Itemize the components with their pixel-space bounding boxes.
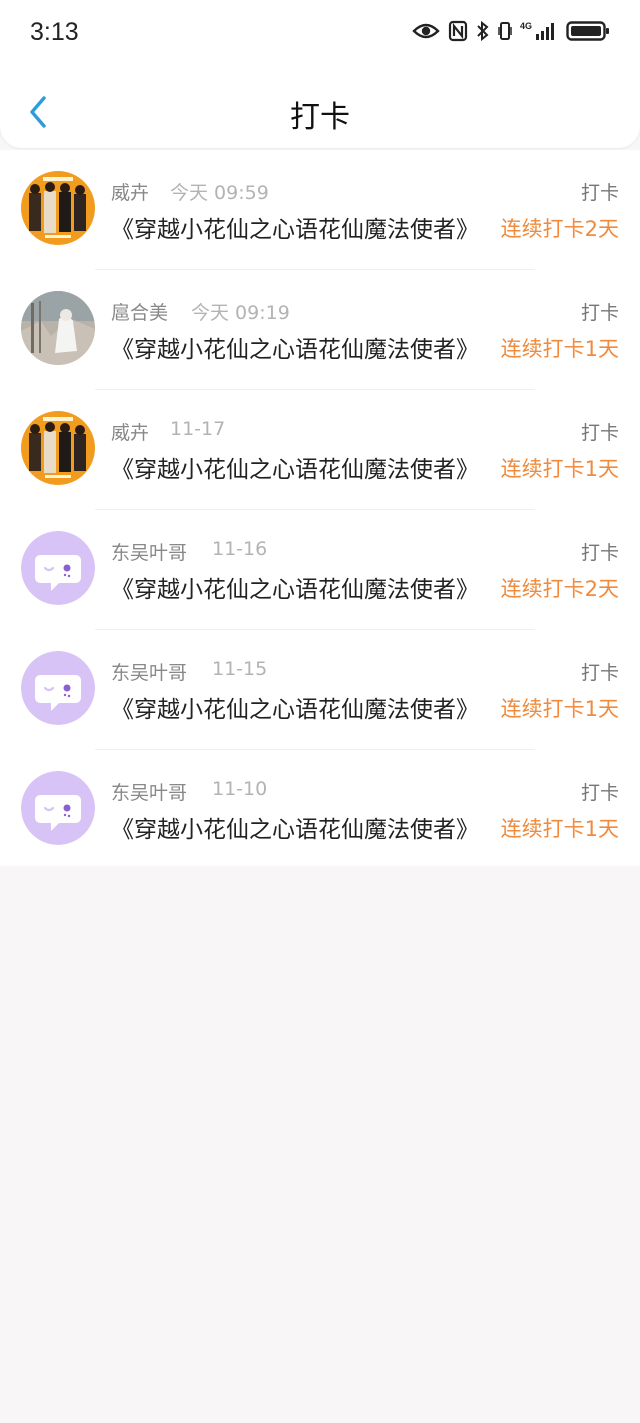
avatar[interactable] (21, 531, 95, 605)
app-header: 3:13 4G 打卡 (0, 0, 640, 148)
checkin-time: 今天 09:19 (191, 302, 290, 324)
checkin-time: 11-10 (212, 778, 268, 800)
bluetooth-icon (476, 20, 490, 42)
checkin-time: 今天 09:59 (170, 182, 269, 204)
book-title[interactable]: 《穿越小花仙之心语花仙魔法使者》 (111, 330, 479, 364)
avatar[interactable] (21, 651, 95, 725)
checkin-time: 11-16 (212, 538, 268, 560)
streak-label: 连续打卡1天 (500, 457, 619, 481)
action-label: 打卡 (580, 182, 619, 204)
user-name: 威卉 (111, 422, 150, 444)
4g-signal-icon: 4G (520, 20, 558, 42)
action-label: 打卡 (580, 302, 619, 324)
user-name: 东吴叶哥 (111, 782, 188, 804)
user-name: 扈合美 (111, 302, 169, 324)
streak-label: 连续打卡1天 (500, 337, 619, 361)
svg-text:4G: 4G (520, 21, 532, 31)
streak-label: 连续打卡2天 (500, 577, 619, 601)
checkin-time: 11-17 (170, 418, 226, 440)
avatar[interactable] (21, 171, 95, 245)
list-item[interactable]: 扈合美 今天 09:19 打卡 《穿越小花仙之心语花仙魔法使者》 连续打卡1天 (0, 270, 640, 390)
user-name: 威卉 (111, 182, 150, 204)
status-icons: 4G (412, 20, 610, 42)
streak-label: 连续打卡1天 (500, 697, 619, 721)
book-title[interactable]: 《穿越小花仙之心语花仙魔法使者》 (111, 450, 479, 484)
avatar[interactable] (21, 771, 95, 845)
streak-label: 连续打卡1天 (500, 817, 619, 841)
action-label: 打卡 (580, 542, 619, 564)
streak-label: 连续打卡2天 (500, 217, 619, 241)
book-title[interactable]: 《穿越小花仙之心语花仙魔法使者》 (111, 570, 479, 604)
nfc-icon (448, 20, 468, 42)
list-item[interactable]: 东吴叶哥 11-16 打卡 《穿越小花仙之心语花仙魔法使者》 连续打卡2天 (0, 510, 640, 630)
vibrate-icon (498, 20, 512, 42)
eye-icon (412, 21, 440, 41)
user-name: 东吴叶哥 (111, 662, 188, 684)
avatar[interactable] (21, 411, 95, 485)
list-item[interactable]: 东吴叶哥 11-10 打卡 《穿越小花仙之心语花仙魔法使者》 连续打卡1天 (0, 750, 640, 870)
list-item[interactable]: 威卉 今天 09:59 打卡 《穿越小花仙之心语花仙魔法使者》 连续打卡2天 (0, 150, 640, 270)
avatar[interactable] (21, 291, 95, 365)
book-title[interactable]: 《穿越小花仙之心语花仙魔法使者》 (111, 690, 479, 724)
checkin-time: 11-15 (212, 658, 268, 680)
status-time: 3:13 (30, 18, 79, 46)
action-label: 打卡 (580, 782, 619, 804)
list-item[interactable]: 东吴叶哥 11-15 打卡 《穿越小花仙之心语花仙魔法使者》 连续打卡1天 (0, 630, 640, 750)
user-name: 东吴叶哥 (111, 542, 188, 564)
book-title[interactable]: 《穿越小花仙之心语花仙魔法使者》 (111, 210, 479, 244)
battery-icon (566, 20, 610, 42)
action-label: 打卡 (580, 662, 619, 684)
book-title[interactable]: 《穿越小花仙之心语花仙魔法使者》 (111, 810, 479, 844)
page-title: 打卡 (290, 100, 350, 135)
list-item[interactable]: 威卉 11-17 打卡 《穿越小花仙之心语花仙魔法使者》 连续打卡1天 (0, 390, 640, 510)
checkin-list: 威卉 今天 09:59 打卡 《穿越小花仙之心语花仙魔法使者》 连续打卡2天 扈… (0, 150, 640, 866)
action-label: 打卡 (580, 422, 619, 444)
